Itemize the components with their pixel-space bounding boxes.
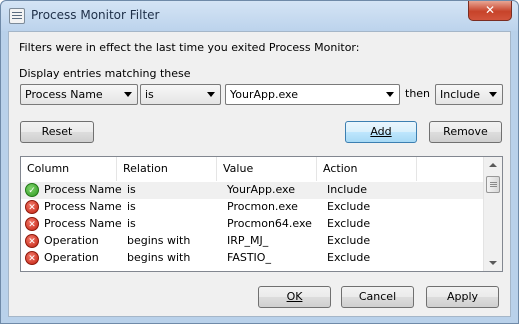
chevron-down-icon [124,92,132,97]
x-icon: ✕ [25,200,39,214]
chevron-down-icon [386,92,394,97]
table-row[interactable]: ✕ Operation begins with FASTIO_ Exclude [21,250,483,267]
vertical-scrollbar[interactable] [483,157,502,271]
value-combo[interactable]: YourApp.exe [225,84,400,105]
row-column: Process Name [44,217,122,230]
ok-button-label: OK [286,290,303,303]
table-row[interactable]: ✓ Process Name is YourApp.exe Include [21,182,483,199]
check-icon: ✓ [25,183,39,197]
value-combo-text: YourApp.exe [230,88,298,101]
row-column: Operation [44,234,99,247]
row-value: FASTIO_ [227,251,271,264]
x-icon: ✕ [25,251,39,265]
row-relation: is [127,200,136,213]
scroll-thumb[interactable] [486,176,500,193]
row-action: Exclude [327,251,371,264]
header-value[interactable]: Value [217,157,317,181]
window-title: Process Monitor Filter [31,8,160,22]
chevron-down-icon [207,92,215,97]
remove-button-label: Remove [443,125,488,138]
column-select-value: Process Name [25,88,103,101]
row-value: Procmon64.exe [227,217,312,230]
row-column: Process Name [44,183,122,196]
filter-dialog: Process Monitor Filter ✕ Filters were in… [0,0,519,324]
reset-button[interactable]: Reset [20,121,94,143]
close-button[interactable]: ✕ [468,1,512,21]
row-relation: is [127,183,136,196]
x-icon: ✕ [25,217,39,231]
title-bar[interactable]: Process Monitor Filter ✕ [1,1,518,31]
list-header: Column Relation Value Action [21,157,483,181]
action-select[interactable]: Include [435,84,503,105]
info-text: Filters were in effect the last time you… [19,41,360,54]
row-action: Exclude [327,234,371,247]
chevron-down-icon [489,92,497,97]
remove-button[interactable]: Remove [429,121,502,143]
row-column: Operation [44,251,99,264]
add-button-label: Add [370,125,392,138]
header-column[interactable]: Column [21,157,117,181]
add-button[interactable]: Add [345,121,417,143]
row-value: Procmon.exe [227,200,298,213]
row-column: Process Name [44,200,122,213]
row-value: YourApp.exe [227,183,295,196]
ok-button[interactable]: OK [258,286,331,308]
row-action: Include [327,183,368,196]
match-label: Display entries matching these [19,67,191,80]
then-label: then [405,87,431,100]
apply-button-label: Apply [446,290,479,303]
header-action[interactable]: Action [317,157,417,181]
action-select-value: Include [440,88,481,101]
apply-button[interactable]: Apply [426,286,499,308]
cancel-button-label: Cancel [358,290,397,303]
scroll-down-icon[interactable] [484,255,502,271]
table-row[interactable]: ✕ Process Name is Procmon.exe Exclude [21,199,483,216]
row-relation: begins with [127,234,191,247]
column-select[interactable]: Process Name [20,84,138,105]
table-row[interactable]: ✕ Operation begins with IRP_MJ_ Exclude [21,233,483,250]
relation-select[interactable]: is [140,84,221,105]
cancel-button[interactable]: Cancel [341,286,414,308]
relation-select-value: is [145,88,154,101]
app-icon [9,8,25,24]
row-value: IRP_MJ_ [227,234,269,247]
row-relation: begins with [127,251,191,264]
dialog-body: Filters were in effect the last time you… [8,31,511,317]
row-relation: is [127,217,136,230]
row-action: Exclude [327,217,371,230]
filter-list[interactable]: Column Relation Value Action ✓ Process N… [20,156,503,272]
row-action: Exclude [327,200,371,213]
header-relation[interactable]: Relation [117,157,217,181]
x-icon: ✕ [25,234,39,248]
table-row[interactable]: ✕ Process Name is Procmon64.exe Exclude [21,216,483,233]
scroll-up-icon[interactable] [484,157,502,173]
